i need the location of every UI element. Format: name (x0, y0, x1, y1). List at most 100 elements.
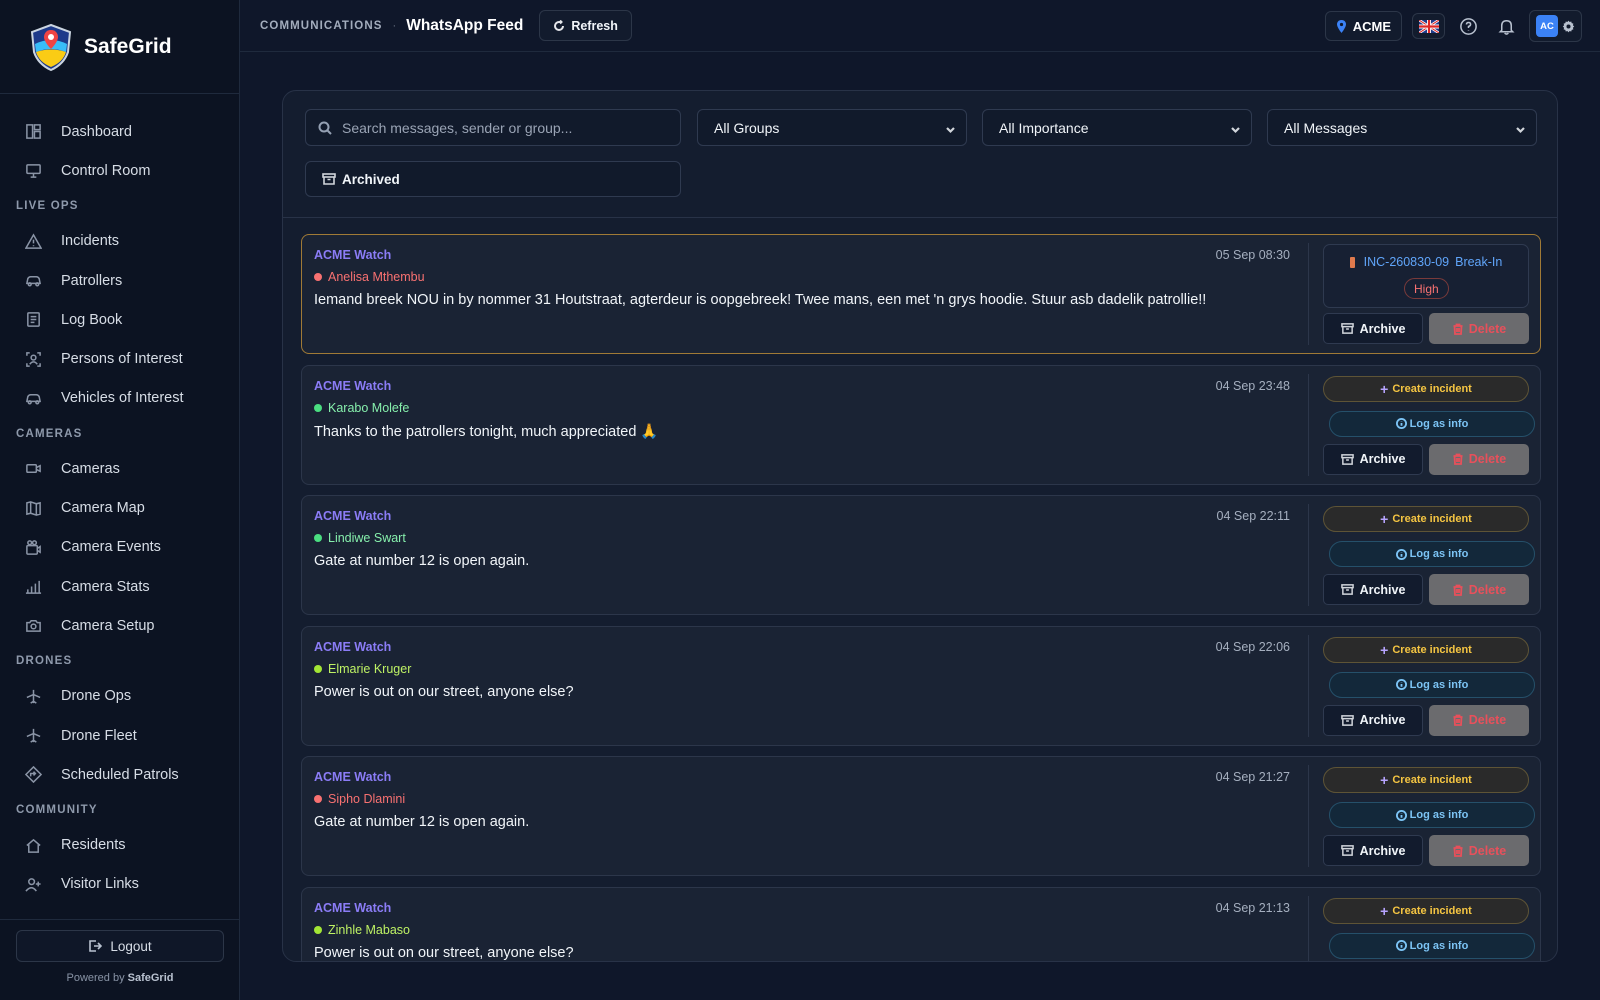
linked-incident[interactable]: INC-260830-09 Break-In High (1323, 244, 1529, 308)
refresh-button[interactable]: Refresh (539, 10, 632, 41)
sidebar-item-camera-setup[interactable]: Camera Setup (0, 606, 239, 645)
sidebar: SafeGrid Dashboard Control Room LIVE OPS… (0, 0, 240, 1000)
log-as-info-button[interactable]: Log as info (1329, 932, 1535, 959)
breadcrumb-separator: · (392, 19, 397, 32)
user-menu[interactable]: AC (1529, 10, 1582, 42)
log-as-info-label: Log as info (1409, 809, 1469, 821)
message-actions: + Create incident Log as info Archive De… (1310, 757, 1540, 875)
camera-icon (25, 620, 41, 633)
breadcrumb[interactable]: COMMUNICATIONS (260, 20, 383, 32)
car-icon (25, 275, 41, 287)
log-as-info-button[interactable]: Log as info (1329, 671, 1535, 698)
log-as-info-label: Log as info (1409, 678, 1469, 691)
trash-icon (1453, 845, 1463, 857)
incident-id[interactable]: INC-260830-09 (1364, 255, 1449, 269)
sidebar-item-persons-of-interest[interactable]: Persons of Interest (0, 339, 239, 378)
delete-button[interactable]: Delete (1429, 443, 1529, 475)
sidebar-item-control-room[interactable]: Control Room (0, 151, 239, 190)
sidebar-item-camera-events[interactable]: Camera Events (0, 528, 239, 567)
group-filter-select[interactable]: All Groups (697, 109, 967, 146)
logout-button[interactable]: Logout (16, 930, 224, 962)
search-field[interactable] (305, 109, 681, 146)
delete-button[interactable]: Delete (1429, 313, 1529, 344)
sidebar-item-camera-map[interactable]: Camera Map (0, 488, 239, 527)
archive-icon (1340, 845, 1354, 856)
sidebar-item-patrollers[interactable]: Patrollers (0, 261, 239, 300)
help-icon (1459, 17, 1477, 35)
message-card[interactable]: ACME Watch 04 Sep 22:11 Lindiwe Swart Ga… (301, 495, 1541, 615)
archive-button[interactable]: Archive (1323, 574, 1423, 605)
create-incident-button[interactable]: + Create incident (1323, 897, 1529, 924)
sidebar-item-dashboard[interactable]: Dashboard (0, 112, 239, 151)
incident-reference: INC-260830-09 Break-In (1324, 255, 1528, 269)
message-card[interactable]: ACME Watch 04 Sep 21:27 Sipho Dlamini Ga… (301, 756, 1541, 876)
create-incident-label: Create incident (1392, 513, 1472, 525)
message-group: ACME Watch (314, 639, 392, 654)
log-as-info-button[interactable]: Log as info (1329, 802, 1535, 828)
message-actions: + Create incident Log as info Archive De… (1310, 366, 1540, 484)
sender-status-dot (314, 795, 322, 803)
message-timestamp: 04 Sep 22:11 (1216, 509, 1290, 523)
sidebar-item-label: Residents (61, 837, 126, 854)
create-incident-button[interactable]: + Create incident (1323, 636, 1529, 663)
powered-by: Powered by SafeGrid (16, 972, 224, 984)
message-card[interactable]: ACME Watch 04 Sep 23:48 Karabo Molefe Th… (301, 364, 1541, 485)
archive-icon (1340, 714, 1354, 726)
search-input[interactable] (342, 119, 662, 136)
message-actions: + Create incident Log as info Archive De… (1310, 627, 1540, 745)
delete-button[interactable]: Delete (1429, 574, 1529, 605)
sidebar-item-visitor-links[interactable]: Visitor Links (0, 865, 239, 904)
message-card[interactable]: ACME Watch 04 Sep 22:06 Elmarie Kruger P… (301, 625, 1541, 746)
create-incident-label: Create incident (1392, 382, 1472, 395)
message-group: ACME Watch (314, 378, 392, 393)
log-as-info-button[interactable]: Log as info (1329, 541, 1535, 567)
sidebar-item-scheduled-patrols[interactable]: Scheduled Patrols (0, 755, 239, 794)
avatar: AC (1536, 15, 1558, 37)
language-selector[interactable] (1412, 13, 1445, 39)
message-group: ACME Watch (314, 248, 392, 262)
sidebar-item-residents[interactable]: Residents (0, 825, 239, 864)
create-incident-button[interactable]: + Create incident (1323, 767, 1529, 793)
archive-button[interactable]: Archive (1323, 704, 1423, 736)
sidebar-nav: Dashboard Control Room LIVE OPS Incident… (0, 94, 239, 904)
divider (1308, 765, 1309, 867)
plus-icon: + (1380, 641, 1389, 658)
sidebar-item-camera-stats[interactable]: Camera Stats (0, 567, 239, 606)
help-button[interactable] (1453, 11, 1483, 41)
archive-button[interactable]: Archive (1323, 313, 1423, 344)
location-pin-icon (1336, 19, 1346, 33)
message-list: ACME Watch 05 Sep 08:30 Anelisa Mthembu … (301, 234, 1541, 962)
create-incident-button[interactable]: + Create incident (1323, 506, 1529, 532)
info-icon (1395, 548, 1407, 560)
sidebar-item-drone-fleet[interactable]: Drone Fleet (0, 716, 239, 755)
message-actions: + Create incident Log as info (1310, 888, 1540, 962)
archive-icon (1340, 323, 1354, 334)
message-card[interactable]: ACME Watch 04 Sep 21:13 Zinhle Mabaso Po… (301, 886, 1541, 962)
create-incident-button[interactable]: + Create incident (1323, 375, 1529, 402)
delete-button[interactable]: Delete (1429, 704, 1529, 736)
archive-icon (322, 173, 336, 185)
sidebar-item-drone-ops[interactable]: Drone Ops (0, 677, 239, 716)
sidebar-item-label: Camera Events (61, 539, 161, 556)
brand[interactable]: SafeGrid (0, 0, 239, 94)
notifications-button[interactable] (1491, 11, 1521, 41)
sidebar-item-incidents[interactable]: Incidents (0, 222, 239, 261)
delete-button[interactable]: Delete (1429, 835, 1529, 866)
sidebar-item-label: Drone Ops (61, 688, 132, 705)
message-type-filter-select[interactable]: All Messages (1267, 109, 1537, 146)
group-filter-value: All Groups (714, 119, 780, 136)
sidebar-item-log-book[interactable]: Log Book (0, 300, 239, 339)
message-group: ACME Watch (314, 770, 392, 784)
org-selector[interactable]: ACME (1324, 11, 1402, 41)
sidebar-item-cameras[interactable]: Cameras (0, 449, 239, 488)
archive-button[interactable]: Archive (1323, 443, 1423, 475)
sidebar-item-vehicles-of-interest[interactable]: Vehicles of Interest (0, 379, 239, 418)
diamond-route-icon (24, 766, 42, 784)
message-card[interactable]: ACME Watch 05 Sep 08:30 Anelisa Mthembu … (301, 234, 1541, 354)
log-as-info-button[interactable]: Log as info (1329, 410, 1535, 437)
sidebar-item-label: Dashboard (61, 123, 132, 140)
safegrid-logo-icon (30, 23, 72, 71)
archive-button[interactable]: Archive (1323, 835, 1423, 866)
importance-filter-select[interactable]: All Importance (982, 109, 1252, 146)
archived-toggle-button[interactable]: Archived (305, 161, 681, 197)
